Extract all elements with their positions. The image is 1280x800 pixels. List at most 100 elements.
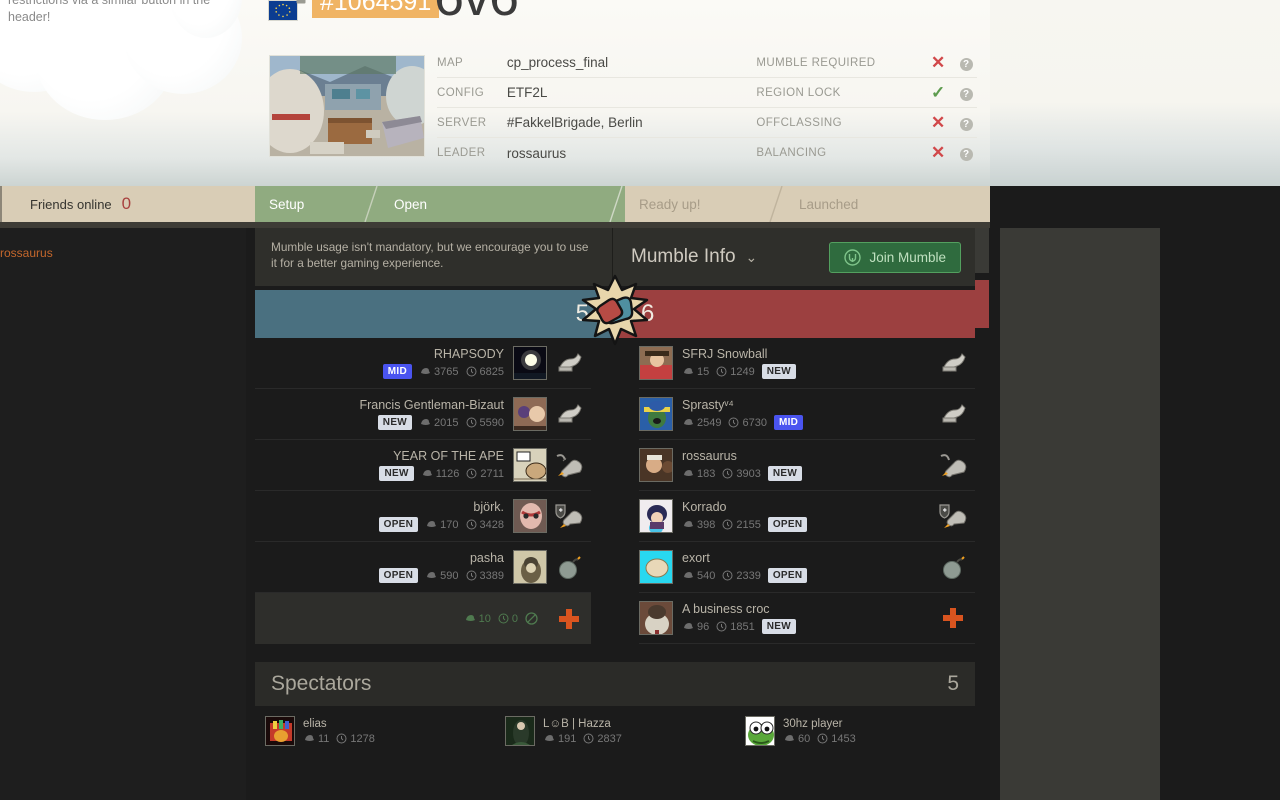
player-meta: 183 3903 NEW (682, 466, 922, 481)
player-info: Sprastyᵛ⁴ 2549 6730 MID (673, 398, 931, 430)
chat-username[interactable]: rossaurus (0, 246, 53, 260)
avatar (265, 716, 295, 746)
spectator-info: 30hz player 60 1453 (783, 718, 856, 745)
table-row[interactable]: exort 540 2339 OPEN (639, 542, 975, 593)
class-icon-scout[interactable] (547, 351, 591, 375)
table-row[interactable]: SFRJ Snowball 15 1249 NEW (639, 338, 975, 389)
hats-stat: 191 (543, 733, 576, 745)
avatar (513, 499, 547, 533)
step-setup[interactable]: Setup (255, 186, 380, 222)
restriction-icon (525, 612, 538, 625)
table-row[interactable]: YEAR OF THE APE 2711 1126 NEW (255, 440, 591, 491)
lobby-id-badge[interactable]: #1064591 (312, 0, 440, 18)
spectators-count: 5 (947, 672, 959, 695)
class-icon-soldier[interactable] (547, 452, 591, 478)
avatar (513, 550, 547, 584)
hats-stat: 398 (682, 519, 715, 531)
friends-online-count: 0 (121, 194, 132, 213)
hours-stat: 3903 (722, 468, 761, 480)
roster-edge-strip (975, 228, 1000, 800)
avatar (513, 397, 547, 431)
help-icon[interactable]: ? (955, 144, 977, 162)
spectators-title: Spectators (271, 672, 372, 695)
mumble-info-dropdown[interactable]: Mumble Info (631, 246, 736, 268)
join-mumble-button[interactable]: Join Mumble (829, 241, 961, 273)
empty-slot[interactable]: 0 10 (255, 593, 591, 644)
page-title: 6v6 (434, 0, 519, 28)
spectator-name: 30hz player (783, 717, 843, 730)
help-icon[interactable]: ? (955, 114, 977, 132)
friends-online[interactable]: Friends online 0 (0, 186, 255, 222)
help-icon[interactable]: ? (955, 54, 977, 72)
info-label: CONFIG (437, 86, 485, 99)
lock-icon (296, 0, 306, 4)
player-name: rossaurus (682, 449, 737, 463)
hours-stat: 1249 (716, 366, 755, 378)
hats-stat: 60 (783, 733, 810, 745)
map-thumbnail (269, 55, 425, 157)
table-row[interactable]: Korrado 398 2155 OPEN (639, 491, 975, 542)
lobby-header-area: As lobby leader, you can remove slot res… (0, 0, 1280, 186)
class-icon-soldier-medic[interactable] (547, 503, 591, 529)
class-icon-medic[interactable] (931, 606, 975, 630)
status-badge: NEW (761, 619, 796, 634)
player-name: SFRJ Snowball (682, 347, 768, 361)
hours-stat: 2837 (583, 733, 622, 745)
class-icon-medic[interactable] (547, 607, 591, 631)
list-item[interactable]: elias 11 1278 (255, 716, 495, 746)
blue-edge-marker (975, 228, 989, 273)
class-icon-scout[interactable] (547, 402, 591, 426)
class-icon-demo[interactable] (547, 554, 591, 580)
setting-mark-off: ✕ (930, 143, 946, 162)
step-ready-up[interactable]: Ready up! (625, 186, 785, 222)
lobby-info-table: MAP cp_process_final MUMBLE REQUIRED ✕ ?… (437, 48, 977, 168)
avatar (639, 550, 673, 584)
info-value: rossaurus (506, 145, 567, 161)
avatar (513, 346, 547, 380)
step-open[interactable]: Open (380, 186, 625, 222)
table-row[interactable]: Sprastyᵛ⁴ 2549 6730 MID (639, 389, 975, 440)
hats-stat: 15 (682, 366, 709, 378)
info-row: MAP cp_process_final MUMBLE REQUIRED ✕ ? (437, 48, 977, 78)
hats-stat: 183 (682, 468, 715, 480)
player-info: björk. 3428 170 OPEN (255, 500, 513, 532)
class-icon-soldier-medic[interactable] (931, 503, 975, 529)
class-icon-scout[interactable] (931, 351, 975, 375)
mumble-controls: Mumble Info ⌄ Join Mumble (613, 228, 975, 286)
blue-team-column: RHAPSODY 6825 3765 MID Francis Gentleman… (255, 338, 591, 644)
chevron-down-icon[interactable]: ⌄ (746, 249, 758, 266)
list-item[interactable]: 30hz player 60 1453 (735, 716, 975, 746)
avatar (639, 448, 673, 482)
spectators-list: elias 11 1278 L☺B | Hazza 191 2837 30hz … (255, 706, 975, 746)
info-row: LEADER rossaurus BALANCING ✕ ? (437, 138, 977, 168)
player-info: Francis Gentleman-Bizaut 5590 2015 NEW (255, 398, 513, 430)
table-row[interactable]: A business croc 96 1851 NEW (639, 593, 975, 644)
red-team-bar: 6 (615, 290, 975, 338)
step-launched[interactable]: Launched (785, 186, 990, 222)
hours-stat: 6825 (466, 366, 504, 378)
info-setting-label: BALANCING (756, 147, 827, 159)
help-icon[interactable]: ? (955, 84, 977, 102)
hats-stat: 2015 (419, 417, 459, 429)
spectator-info: elias 11 1278 (303, 718, 375, 745)
list-item[interactable]: L☺B | Hazza 191 2837 (495, 716, 735, 746)
table-row[interactable]: RHAPSODY 6825 3765 MID (255, 338, 591, 389)
player-meta: 3428 170 OPEN (378, 517, 504, 532)
hats-stat: 540 (682, 570, 715, 582)
class-icon-scout[interactable] (931, 402, 975, 426)
player-meta: 6825 3765 MID (382, 364, 504, 379)
join-mumble-label: Join Mumble (869, 249, 946, 265)
table-row[interactable]: pasha 3389 590 OPEN (255, 542, 591, 593)
hats-stat: 11 (303, 733, 329, 745)
player-name: björk. (473, 500, 504, 514)
spectator-name: elias (303, 717, 327, 730)
class-icon-demo[interactable] (931, 554, 975, 580)
table-row[interactable]: Francis Gentleman-Bizaut 5590 2015 NEW (255, 389, 591, 440)
spectator-info: L☺B | Hazza 191 2837 (543, 718, 622, 745)
red-edge-marker (975, 280, 989, 328)
table-row[interactable]: rossaurus 183 3903 NEW (639, 440, 975, 491)
class-icon-soldier[interactable] (931, 452, 975, 478)
table-row[interactable]: björk. 3428 170 OPEN (255, 491, 591, 542)
player-info: A business croc 96 1851 NEW (673, 602, 931, 634)
mumble-logo-icon (844, 248, 862, 266)
